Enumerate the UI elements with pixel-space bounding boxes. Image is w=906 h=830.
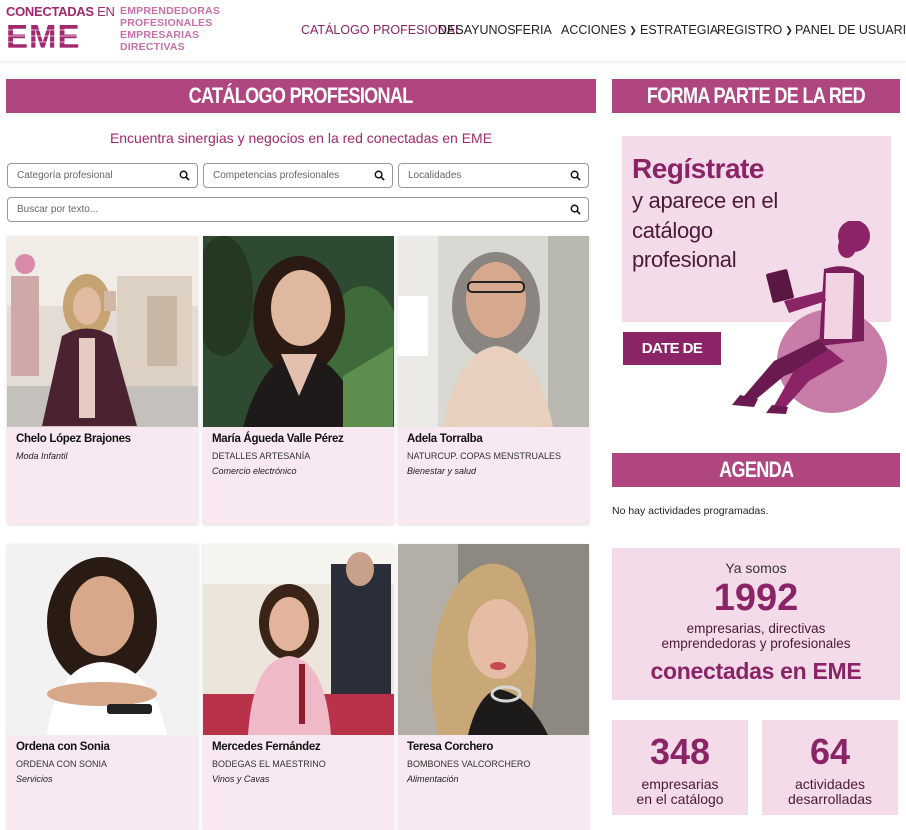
category-select[interactable]: Categoría profesional (7, 163, 198, 188)
profile-company: NATURCUP. COPAS MENSTRUALES (407, 451, 562, 461)
profile-name[interactable]: Ordena con Sonia (16, 741, 110, 753)
profile-company: BODEGAS EL MAESTRINO (212, 759, 326, 769)
promo-heading: Regístrate (632, 153, 764, 184)
nav-estrategia[interactable]: ESTRATEGIA (640, 23, 718, 37)
profile-photo (203, 236, 394, 427)
text-search-input[interactable]: Buscar por texto... (7, 197, 589, 222)
profile-photo (398, 236, 589, 427)
chevron-down-icon: ❯ (785, 25, 793, 35)
members-intro: Ya somos (725, 560, 787, 576)
join-network-title: FORMA PARTE DE LA RED (612, 79, 900, 113)
activities-description: actividades desarrolladas (787, 776, 873, 807)
catalog-stat: 348 empresarias en el catálogo (612, 720, 748, 815)
skills-placeholder: Competencias profesionales (213, 170, 340, 181)
search-icon (570, 170, 581, 181)
activities-count: 64 (809, 731, 851, 772)
catalog-description: empresarias en el catálogo (636, 776, 724, 807)
profile-photo (7, 544, 198, 735)
profile-photo (7, 236, 198, 427)
members-stat: Ya somos 1992 empresarias, directivas em… (612, 548, 900, 700)
members-count: 1992 (713, 577, 799, 619)
profile-category: Servicios (16, 774, 53, 784)
agenda-empty-message: No hay actividades programadas. (612, 505, 769, 517)
site-logo[interactable]: CONECTADAS EN EME (6, 4, 115, 56)
profile-card[interactable]: Teresa Corchero BOMBONES VALCORCHERO Ali… (398, 544, 589, 830)
category-placeholder: Categoría profesional (17, 170, 113, 181)
nav-feria[interactable]: FERIA (515, 23, 552, 37)
profile-card[interactable]: Mercedes Fernández BODEGAS EL MAESTRINO … (203, 544, 394, 830)
site-header: CONECTADAS EN EME EMPRENDEDORAS PROFESIO… (0, 0, 906, 62)
woman-tablet-illustration (732, 221, 887, 414)
profile-company: DETALLES ARTESANÍA (212, 451, 311, 461)
search-placeholder: Buscar por texto... (17, 204, 99, 215)
profile-category: Comercio electrónico (212, 466, 297, 476)
logo-top-text: CONECTADAS EN (6, 4, 115, 19)
profile-card[interactable]: María Águeda Valle Pérez DETALLES ARTESA… (203, 236, 394, 524)
search-icon (374, 170, 385, 181)
locations-select[interactable]: Localidades (398, 163, 589, 188)
profile-category: Moda Infantil (16, 451, 68, 461)
signup-promo[interactable]: Regístrate y aparece en el catálogo prof… (622, 136, 891, 414)
profile-category: Alimentación (407, 774, 459, 784)
profile-category: Vinos y Cavas (212, 774, 270, 784)
profile-card[interactable]: Adela Torralba NATURCUP. COPAS MENSTRUAL… (398, 236, 589, 524)
profile-company: BOMBONES VALCORCHERO (407, 759, 531, 769)
catalog-subtitle: Encuentra sinergias y negocios en la red… (109, 130, 493, 146)
chevron-down-icon: ❯ (629, 25, 637, 35)
profile-company: ORDENA CON SONIA (16, 759, 108, 769)
profile-name[interactable]: Mercedes Fernández (212, 741, 321, 753)
profile-category: Bienestar y salud (407, 466, 477, 476)
skills-select[interactable]: Competencias profesionales (203, 163, 393, 188)
profile-photo (203, 544, 394, 735)
logo-eme-text: EME (6, 18, 81, 55)
profile-name[interactable]: Adela Torralba (407, 433, 483, 445)
members-tagline: conectadas en EME (650, 658, 862, 684)
profile-card[interactable]: Ordena con Sonia ORDENA CON SONIA Servic… (7, 544, 198, 830)
profile-name[interactable]: Chelo López Brajones (16, 433, 131, 445)
nav-desayunos[interactable]: DESAYUNOS (438, 23, 516, 37)
catalog-title: CATÁLOGO PROFESIONAL (6, 79, 596, 113)
members-description: empresarias, directivas emprendedoras y … (661, 621, 851, 651)
profile-name[interactable]: Teresa Corchero (407, 741, 493, 753)
activities-stat: 64 actividades desarrolladas (762, 720, 898, 815)
locations-placeholder: Localidades (408, 170, 462, 181)
nav-panel-usuaria[interactable]: PANEL DE USUARIA (795, 23, 906, 37)
signup-button[interactable]: DATE DE ALTA (623, 332, 721, 390)
profile-name[interactable]: María Águeda Valle Pérez (212, 433, 344, 445)
profile-photo (398, 544, 589, 735)
catalog-count: 348 (649, 731, 711, 772)
profile-card[interactable]: Chelo López Brajones Moda Infantil (7, 236, 198, 524)
search-icon (179, 170, 190, 181)
logo-tagline: EMPRENDEDORAS PROFESIONALES EMPRESARIAS … (120, 5, 221, 53)
nav-registro[interactable]: REGISTRO ❯ (717, 23, 793, 37)
search-icon (570, 204, 581, 215)
agenda-title: AGENDA (612, 453, 900, 487)
nav-acciones[interactable]: ACCIONES ❯ (561, 23, 637, 37)
